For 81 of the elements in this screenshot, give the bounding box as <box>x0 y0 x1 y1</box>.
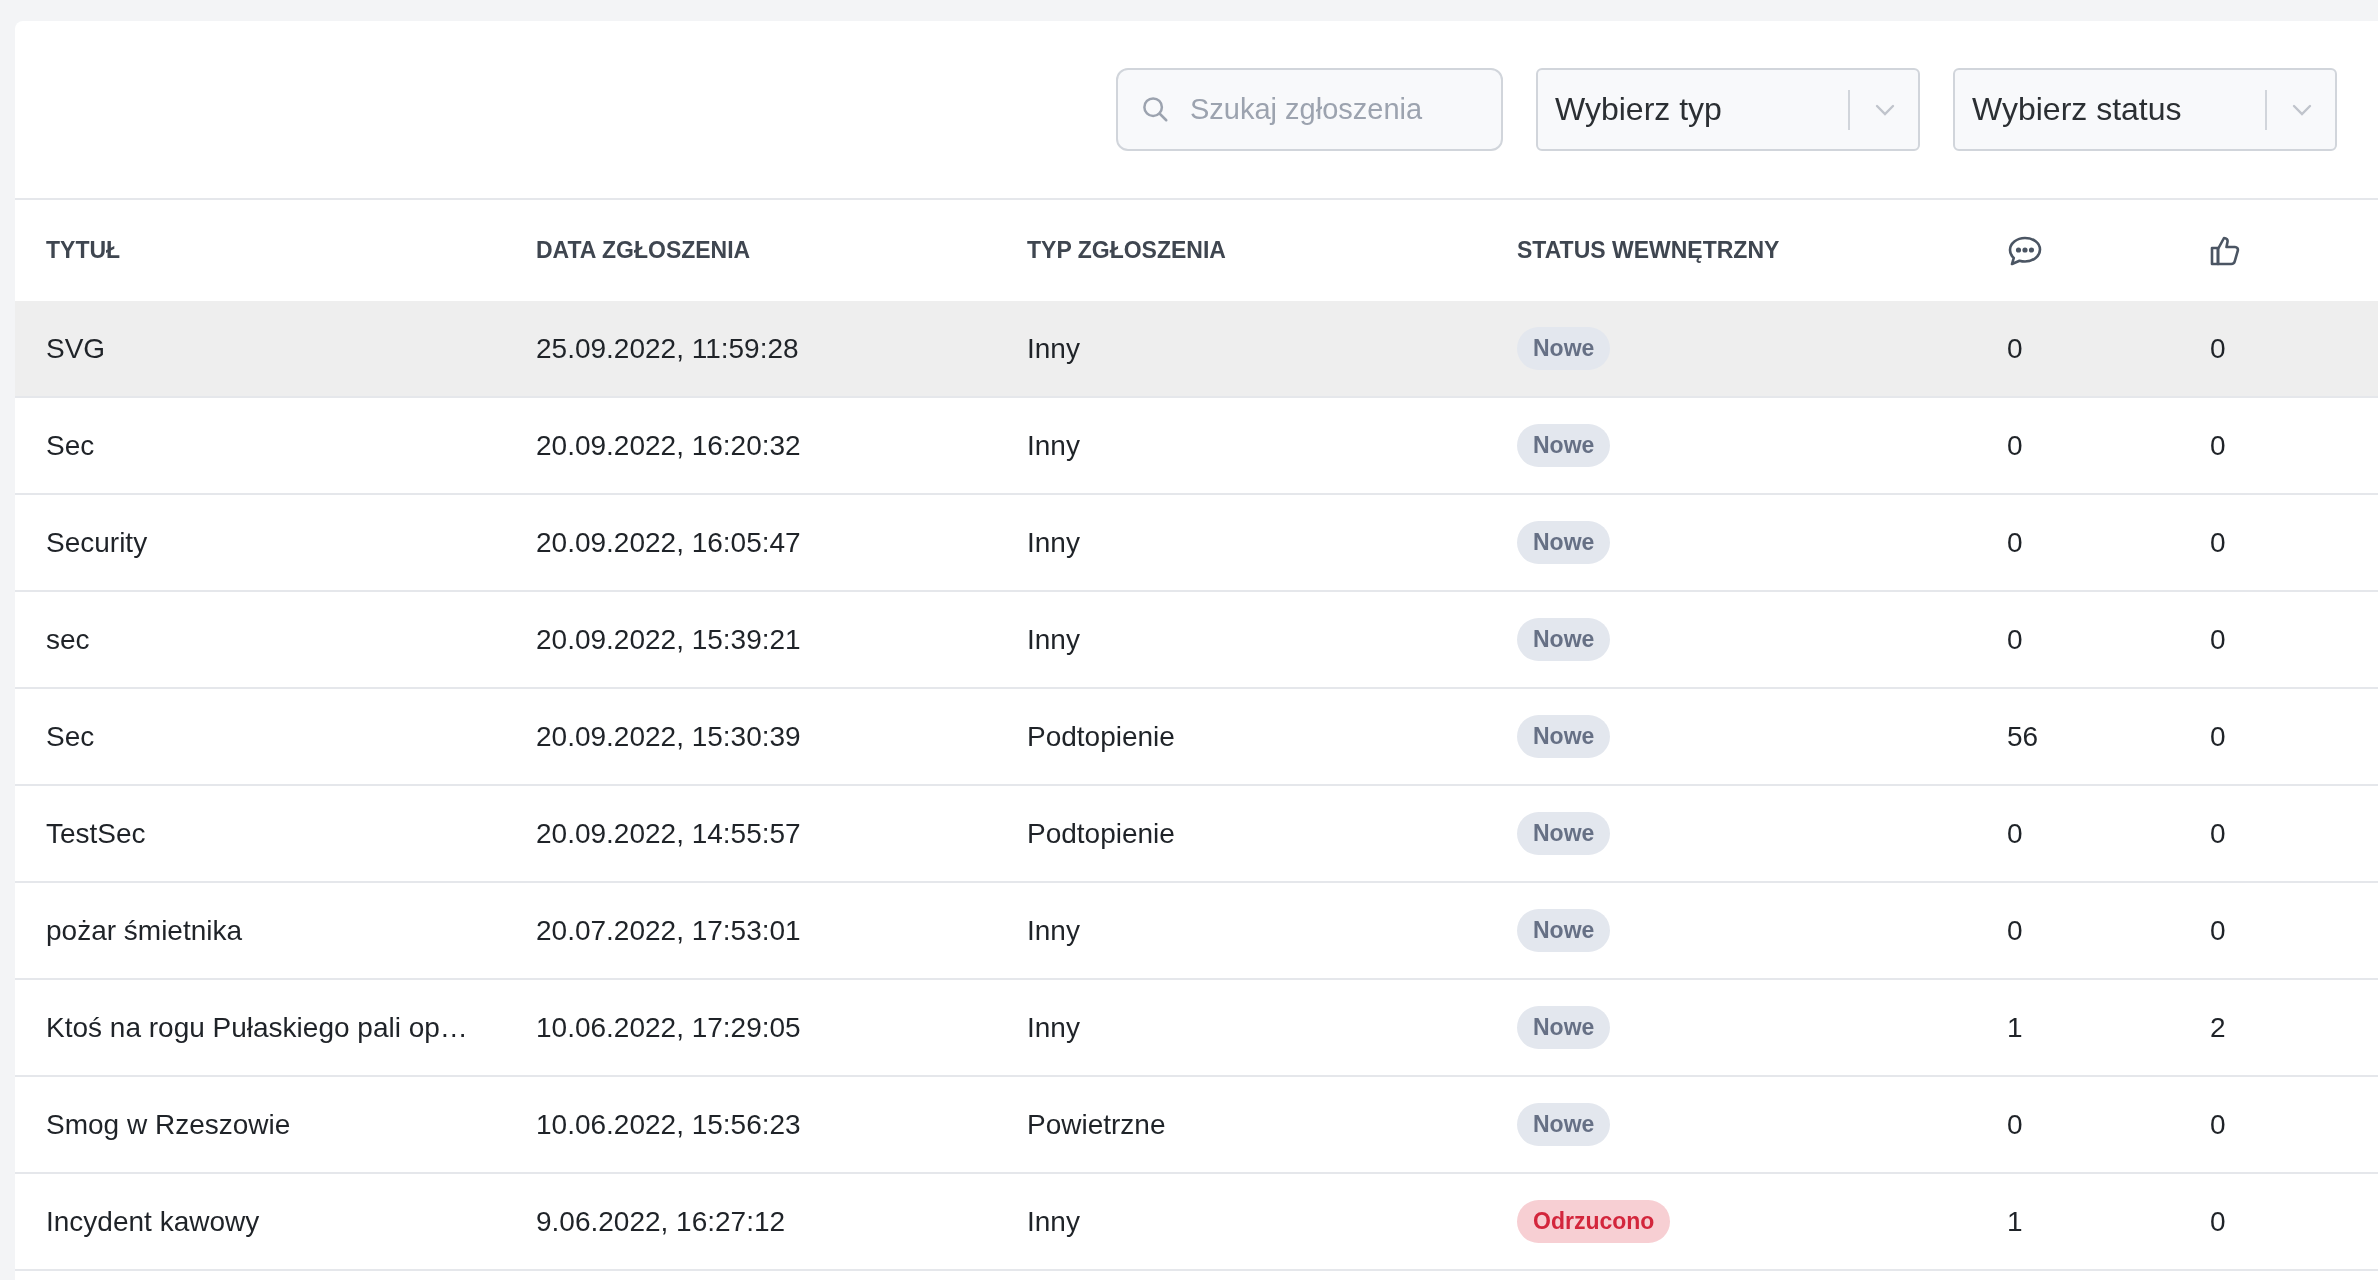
table-row[interactable]: Sec 20.09.2022, 16:20:32 Inny Nowe 0 0 <box>15 398 2378 495</box>
table-row[interactable]: sec 20.09.2022, 15:39:21 Inny Nowe 0 0 <box>15 592 2378 689</box>
like-count: 0 <box>2210 1108 2227 1141</box>
status-badge: Odrzucono <box>1517 1200 1671 1243</box>
comment-count: 1 <box>2007 1011 2024 1044</box>
comment-count: 56 <box>2007 720 2040 753</box>
status-badge: Nowe <box>1517 812 1611 855</box>
date-cell-text: 25.09.2022, 11:59:28 <box>536 332 800 365</box>
comment-count: 1 <box>2007 1205 2024 1238</box>
date-cell-text: 10.06.2022, 17:29:05 <box>536 1011 802 1044</box>
date-cell-text: 9.06.2022, 16:27:12 <box>536 1205 787 1238</box>
date-cell-text: 10.06.2022, 15:56:23 <box>536 1108 802 1141</box>
status-badge: Nowe <box>1517 424 1611 467</box>
status-badge: Nowe <box>1517 909 1611 952</box>
date-cell-text: 20.09.2022, 16:05:47 <box>536 526 802 559</box>
type-cell-text: Inny <box>1027 1011 1081 1044</box>
like-count: 0 <box>2210 817 2227 850</box>
table-row[interactable]: Sec 20.09.2022, 15:30:39 Podtopienie Nowe 56 0 <box>15 689 2378 786</box>
title-cell-text: Incydent kawowy <box>46 1205 261 1238</box>
column-header: DATA ZGŁOSZENIA <box>536 237 752 264</box>
type-cell-text: Inny <box>1027 623 1081 656</box>
date-cell-text: 20.09.2022, 14:55:57 <box>536 817 802 850</box>
like-count: 0 <box>2210 332 2227 365</box>
type-cell-text: Powietrzne <box>1027 1108 1167 1141</box>
type-cell-text: Inny <box>1027 526 1081 559</box>
status-badge: Nowe <box>1517 618 1611 661</box>
status-badge: Nowe <box>1517 1103 1611 1146</box>
column-header: TYTUŁ <box>46 237 122 264</box>
like-count: 0 <box>2210 429 2227 462</box>
title-cell-text: Security <box>46 526 149 559</box>
title-cell-text: TestSec <box>46 817 147 850</box>
like-count: 0 <box>2210 526 2227 559</box>
title-cell-text: pożar śmietnika <box>46 914 244 947</box>
type-cell-text: Podtopienie <box>1027 817 1176 850</box>
status-badge: Nowe <box>1517 715 1611 758</box>
table-row[interactable]: SVG 25.09.2022, 11:59:28 Inny Nowe 0 0 <box>15 301 2378 398</box>
date-cell-text: 20.07.2022, 17:53:01 <box>536 914 802 947</box>
search-field[interactable]: Szukaj zgłoszenia <box>1116 68 1503 151</box>
date-cell-text: 20.09.2022, 16:20:32 <box>536 429 802 462</box>
chevron-down-icon <box>2291 102 2313 117</box>
table-row[interactable]: TestSec 20.09.2022, 14:55:57 Podtopienie Nowe 0 0 <box>15 786 2378 883</box>
table-row[interactable]: Security 20.09.2022, 16:05:47 Inny Nowe 0 0 <box>15 495 2378 592</box>
like-count: 0 <box>2210 1205 2227 1238</box>
status-badge: Nowe <box>1517 327 1611 370</box>
title-cell-text: SVG <box>46 332 107 365</box>
comment-count: 0 <box>2007 332 2024 365</box>
status-badge: Nowe <box>1517 521 1611 564</box>
thumbs-up-icon <box>2210 234 2240 267</box>
table-row[interactable]: Incydent kawowy 9.06.2022, 16:27:12 Inny Odrzucono 1 0 <box>15 1174 2378 1271</box>
title-cell-text: Sec <box>46 429 96 462</box>
comment-count: 0 <box>2007 623 2024 656</box>
type-dropdown[interactable]: Wybierz typ <box>1536 68 1920 151</box>
title-cell-text: Sec <box>46 720 96 753</box>
date-cell-text: 20.09.2022, 15:39:21 <box>536 623 802 656</box>
speech-bubble-icon <box>2007 234 2043 267</box>
title-cell-text: sec <box>46 623 91 656</box>
type-cell-text: Podtopienie <box>1027 720 1176 753</box>
like-count: 0 <box>2210 720 2227 753</box>
type-cell-text: Inny <box>1027 914 1081 947</box>
status-dropdown[interactable]: Wybierz status <box>1953 68 2337 151</box>
table-row[interactable]: Smog w Rzeszowie 10.06.2022, 15:56:23 Powietrzne Nowe 0 0 <box>15 1077 2378 1174</box>
title-cell-text: Ktoś na rogu Pułaskiego pali op… <box>46 1011 469 1044</box>
comment-count: 0 <box>2007 817 2024 850</box>
comment-count: 0 <box>2007 1108 2024 1141</box>
like-count: 0 <box>2210 914 2227 947</box>
status-badge: Nowe <box>1517 1006 1611 1049</box>
column-header: TYP ZGŁOSZENIA <box>1027 237 1227 264</box>
type-cell-text: Inny <box>1027 1205 1081 1238</box>
like-count: 2 <box>2210 1011 2227 1044</box>
comment-count: 0 <box>2007 526 2024 559</box>
like-count: 0 <box>2210 623 2227 656</box>
chevron-down-icon <box>1874 102 1896 117</box>
date-cell-text: 20.09.2022, 15:30:39 <box>536 720 802 753</box>
table-row[interactable]: Ktoś na rogu Pułaskiego pali op… 10.06.2022, 17:29:05 Inny Nowe 1 2 <box>15 980 2378 1077</box>
type-cell-text: Inny <box>1027 332 1081 365</box>
comment-count: 0 <box>2007 429 2024 462</box>
type-cell-text: Inny <box>1027 429 1081 462</box>
table-row[interactable]: pożar śmietnika 20.07.2022, 17:53:01 Inny Nowe 0 0 <box>15 883 2378 980</box>
comment-count: 0 <box>2007 914 2024 947</box>
title-cell-text: Smog w Rzeszowie <box>46 1108 292 1141</box>
column-header: STATUS WEWNĘTRZNY <box>1517 237 1781 264</box>
